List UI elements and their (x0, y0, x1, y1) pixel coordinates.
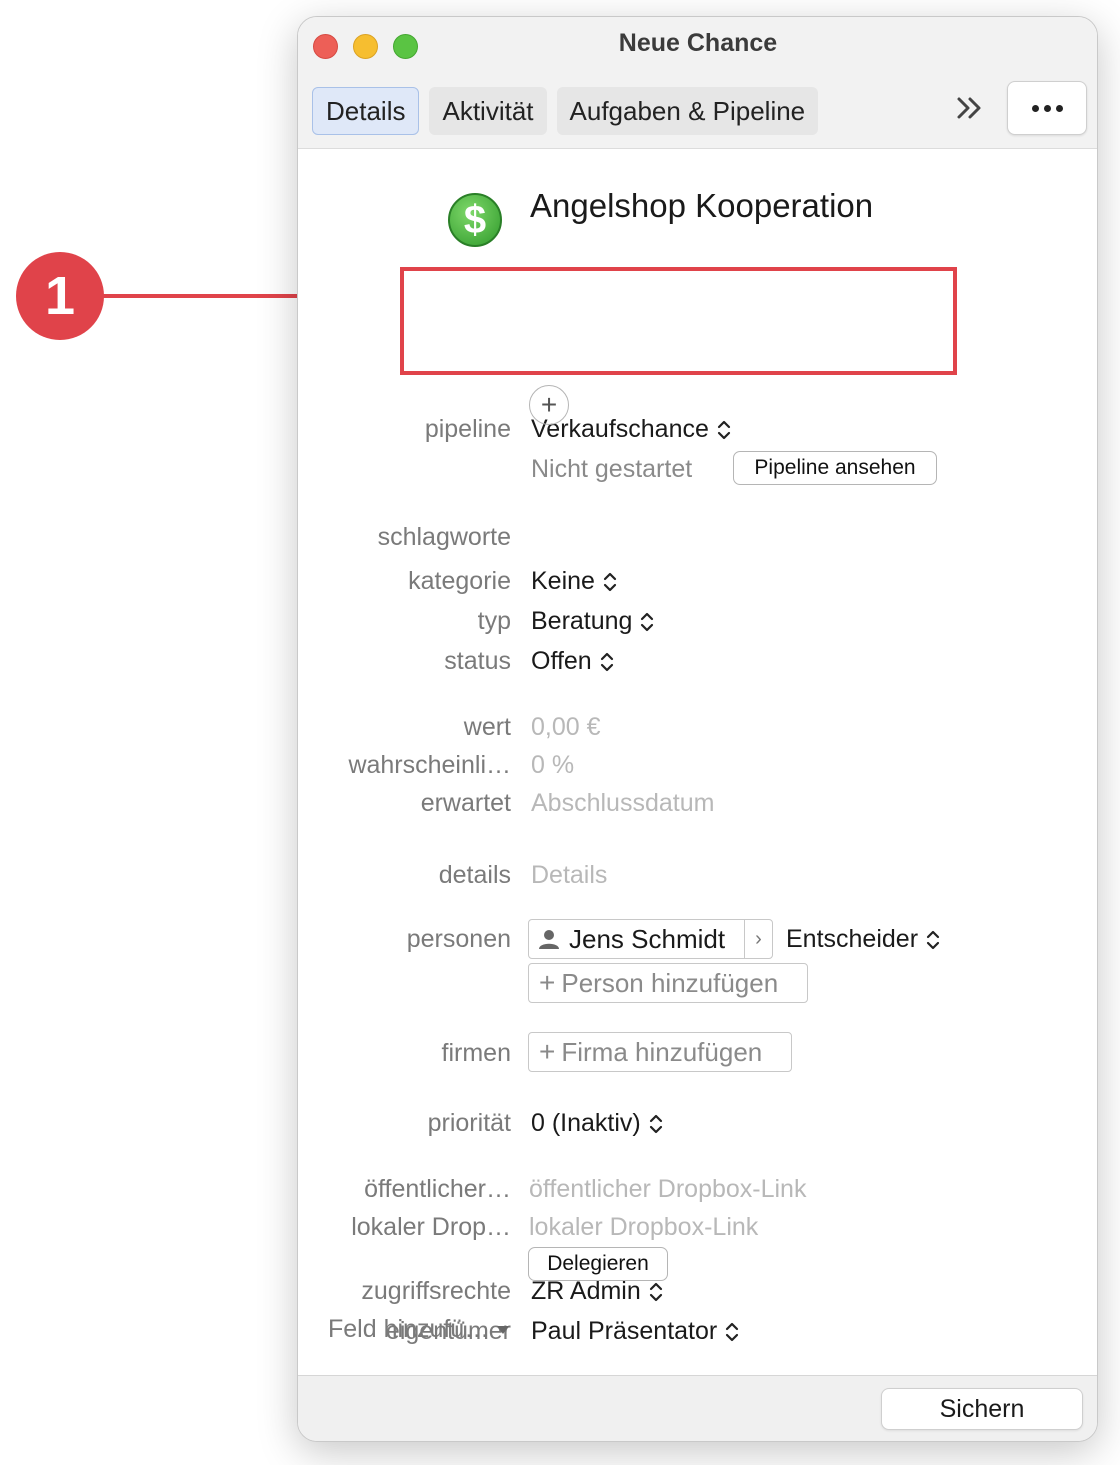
schlagworte-label: schlagworte (377, 523, 511, 551)
updown-chevron-icon (717, 421, 731, 440)
dollar-icon: $ (448, 193, 502, 247)
wahrscheinlichkeit-label: wahrscheinli… (348, 751, 511, 779)
prioritaet-select[interactable]: 0 (Inaktiv) (531, 1109, 663, 1138)
updown-chevron-icon (926, 931, 940, 950)
view-pipeline-button[interactable]: Pipeline ansehen (733, 451, 937, 485)
add-company-button[interactable]: + Firma hinzufügen (528, 1032, 792, 1072)
typ-label: typ (477, 607, 511, 635)
public-dropbox-label: öffentlicher… (364, 1175, 511, 1203)
updown-chevron-icon (726, 1323, 739, 1342)
details-label: details (438, 861, 511, 889)
tab-details[interactable]: Details (312, 87, 420, 135)
kategorie-select[interactable]: Keine (531, 567, 617, 596)
kategorie-label: kategorie (408, 567, 511, 595)
plus-icon: + (540, 389, 558, 420)
footer-bar: Sichern (298, 1375, 1097, 1441)
firmen-label: firmen (441, 1039, 511, 1067)
status-label: status (444, 647, 511, 675)
person-name: Jens Schmidt (569, 923, 726, 954)
local-dropbox-input[interactable]: lokaler Dropbox-Link (529, 1213, 758, 1242)
titlebar: Neue Chance Details Aktivität Aufgaben &… (298, 17, 1097, 149)
more-tabs-chevron-icon[interactable] (955, 95, 985, 128)
local-dropbox-label: lokaler Drop… (351, 1213, 511, 1241)
wahrscheinlichkeit-input[interactable]: 0 % (531, 751, 574, 780)
callout-highlight-box (400, 267, 957, 375)
callout-badge: 1 (16, 252, 104, 340)
save-button[interactable]: Sichern (881, 1388, 1083, 1430)
dropdown-triangle-icon (497, 1326, 510, 1335)
tab-aktivitaet[interactable]: Aktivität (429, 87, 547, 135)
delegate-button[interactable]: Delegieren (528, 1247, 668, 1281)
more-actions-button[interactable] (1007, 81, 1087, 135)
prioritaet-label: priorität (427, 1109, 511, 1137)
zugriffsrechte-label: zugriffsrechte (361, 1277, 511, 1305)
abschlussdatum-input[interactable]: Abschlussdatum (531, 789, 714, 818)
plus-icon: + (539, 1036, 556, 1067)
ellipsis-icon (1031, 104, 1039, 112)
status-select[interactable]: Offen (531, 647, 614, 676)
erwartet-label: erwartet (420, 789, 511, 817)
eigentuemer-select[interactable]: Paul Präsentator (531, 1317, 739, 1346)
wert-label: wert (463, 713, 511, 741)
tab-aufgaben-pipeline[interactable]: Aufgaben & Pipeline (556, 87, 819, 135)
public-dropbox-input[interactable]: öffentlicher Dropbox-Link (529, 1175, 806, 1204)
window: Neue Chance Details Aktivität Aufgaben &… (297, 16, 1098, 1442)
details-input[interactable]: Details (531, 861, 607, 890)
add-field-popup[interactable]: Feld hinzufü… (328, 1315, 510, 1344)
personen-label: personen (406, 925, 511, 953)
person-icon (529, 928, 569, 950)
zugriffsrechte-select[interactable]: ZR Admin (531, 1277, 663, 1306)
plus-icon: + (539, 967, 556, 998)
add-person-button[interactable]: + Person hinzufügen (528, 963, 808, 1003)
pipeline-stage: Nicht gestartet (531, 455, 693, 483)
wert-input[interactable]: 0,00 € (531, 713, 601, 742)
window-title: Neue Chance (618, 29, 778, 57)
updown-chevron-icon (600, 653, 613, 672)
person-role-select[interactable]: Entscheider (786, 925, 940, 954)
updown-chevron-icon (603, 573, 617, 592)
add-tag-button[interactable]: + (529, 385, 569, 425)
chevron-right-icon[interactable]: › (744, 920, 772, 958)
record-title[interactable]: Angelshop Kooperation (530, 187, 873, 225)
updown-chevron-icon (649, 1115, 662, 1134)
person-token[interactable]: Jens Schmidt › (528, 919, 773, 959)
pipeline-label: pipeline (424, 415, 511, 443)
typ-select[interactable]: Beratung (531, 607, 654, 636)
updown-chevron-icon (641, 613, 654, 632)
tab-bar: Details Aktivität Aufgaben & Pipeline (312, 87, 819, 135)
updown-chevron-icon (649, 1283, 662, 1302)
